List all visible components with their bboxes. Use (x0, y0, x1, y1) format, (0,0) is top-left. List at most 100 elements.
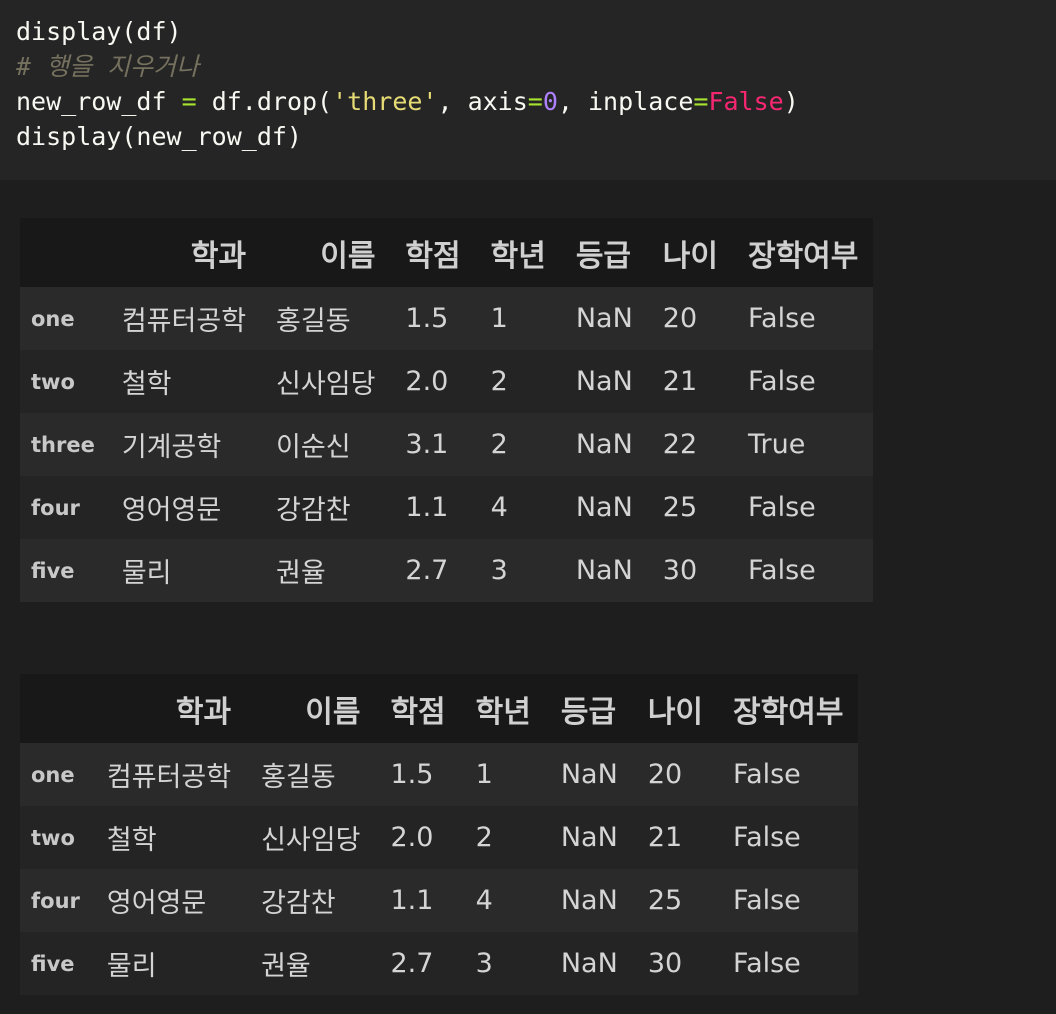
table-cell: 2 (490, 366, 508, 397)
table-cell: NaN (575, 366, 633, 397)
code-token: df.drop( (196, 87, 333, 116)
table-cell: 1.1 (390, 885, 434, 916)
table-cell: False (733, 822, 801, 853)
table-cell: NaN (560, 885, 618, 916)
table-cell: NaN (575, 492, 633, 523)
table-cell: 30 (647, 948, 683, 979)
table-cell: 22 (662, 429, 698, 460)
table-cell: 20 (647, 759, 683, 790)
table-cell: 3 (475, 948, 493, 979)
table-cell: 컴퓨터공학 (106, 762, 232, 793)
table-cell: 영어영문 (106, 888, 207, 919)
code-token: , inplace (557, 87, 694, 116)
table-row: three 기계공학 이순신 3.1 2 NaN 22 True (20, 413, 874, 476)
header-cell: 등급 (545, 674, 633, 743)
table-cell: NaN (560, 759, 618, 790)
dataframe-table-original: 학과 이름 학점 학년 등급 나이 장학여부 one 컴퓨터공학 홍길동 1.5 1 Na… (20, 218, 874, 602)
header-cell: 학점 (390, 218, 476, 287)
table-cell: 2 (475, 822, 493, 853)
table-cell: 2.7 (405, 555, 449, 586)
table-cell: NaN (575, 303, 633, 334)
table-cell: 철학 (106, 825, 157, 856)
header-cell: 등급 (560, 218, 648, 287)
table-cell: 25 (662, 492, 698, 523)
table-cell: 물리 (121, 558, 172, 589)
table-cell: 3 (490, 555, 508, 586)
table-row: one 컴퓨터공학 홍길동 1.5 1 NaN 20 False (20, 287, 874, 350)
table-cell: NaN (560, 948, 618, 979)
code-token: new_row_df (16, 87, 182, 116)
table-cell: NaN (575, 429, 633, 460)
table-cell: 물리 (106, 951, 157, 982)
header-cell: 학년 (460, 674, 546, 743)
table-cell: False (747, 303, 816, 334)
table-cell: 권율 (261, 951, 311, 982)
row-index-label: two (31, 825, 75, 850)
table-cell: 강감찬 (276, 495, 351, 526)
table-cell: 권율 (276, 558, 326, 589)
table-row: four 영어영문 강감찬 1.1 4 NaN 25 False (20, 476, 874, 539)
header-cell: 장학여부 (718, 674, 859, 743)
table-cell: False (747, 492, 816, 523)
table-cell: 25 (647, 885, 683, 916)
table-cell: 강감찬 (261, 888, 336, 919)
table-cell: True (747, 429, 806, 460)
table-cell: 21 (662, 366, 698, 397)
row-index-label: five (31, 558, 75, 583)
row-index-label: five (31, 951, 75, 976)
table-cell: 2 (490, 429, 508, 460)
table-cell: NaN (575, 555, 633, 586)
table-cell: 3.1 (405, 429, 449, 460)
row-index-label: two (31, 369, 75, 394)
table-cell: 20 (662, 303, 698, 334)
table-cell: 이순신 (276, 432, 351, 463)
header-cell-index (20, 218, 107, 287)
code-boolean: False (708, 87, 784, 116)
table-cell: 21 (647, 822, 683, 853)
dataframe-table-dropped: 학과 이름 학점 학년 등급 나이 장학여부 one 컴퓨터공학 홍길동 1.5 1 Na… (20, 674, 859, 995)
table-row: four 영어영문 강감찬 1.1 4 NaN 25 False (20, 869, 859, 932)
header-cell: 학점 (375, 674, 461, 743)
code-token: , axis (437, 87, 528, 116)
table-cell: 홍길동 (261, 762, 336, 793)
header-cell: 나이 (647, 218, 733, 287)
table-cell: 신사임당 (261, 825, 361, 856)
header-cell: 이름 (246, 674, 376, 743)
table-cell: 1.5 (405, 303, 449, 334)
table-cell: 2.0 (390, 822, 434, 853)
code-operator: = (181, 87, 197, 116)
header-cell: 학과 (91, 674, 247, 743)
table-cell: 2.0 (405, 366, 449, 397)
table-row: five 물리 권율 2.7 3 NaN 30 False (20, 932, 859, 995)
table-cell: 1 (490, 303, 508, 334)
table-cell: 1.5 (390, 759, 434, 790)
header-cell: 학과 (106, 218, 262, 287)
table-cell: False (747, 366, 816, 397)
header-cell: 장학여부 (732, 218, 874, 287)
table-header-row: 학과 이름 학점 학년 등급 나이 장학여부 (20, 218, 874, 287)
table-row: five 물리 권율 2.7 3 NaN 30 False (20, 539, 874, 602)
output-area: 학과 이름 학점 학년 등급 나이 장학여부 one 컴퓨터공학 홍길동 1.5 1 Na… (0, 180, 1056, 995)
code-line-4: display(new_row_df) (16, 122, 302, 151)
table-cell: False (733, 885, 801, 916)
code-operator: = (527, 87, 543, 116)
table-cell: 1.1 (405, 492, 449, 523)
table-cell: False (747, 555, 816, 586)
table-cell: 4 (490, 492, 508, 523)
code-number: 0 (542, 87, 558, 116)
header-cell: 나이 (632, 674, 719, 743)
code-comment: # 행을 지우거나 (16, 52, 200, 81)
table-row: two 철학 신사임당 2.0 2 NaN 21 False (20, 350, 874, 413)
table-cell: 컴퓨터공학 (121, 306, 247, 337)
header-cell: 학년 (475, 218, 561, 287)
header-cell: 이름 (261, 218, 391, 287)
table-cell: 기계공학 (121, 432, 222, 463)
table-cell: 30 (662, 555, 698, 586)
table-header-row: 학과 이름 학점 학년 등급 나이 장학여부 (20, 674, 859, 743)
code-cell[interactable]: display(df) # 행을 지우거나 new_row_df = df.dr… (0, 0, 1056, 180)
code-string: 'three' (332, 87, 438, 116)
row-index-label: three (31, 432, 95, 457)
table-cell: 2.7 (390, 948, 434, 979)
code-line-3: new_row_df = df.drop('three', axis=0, in… (16, 84, 1040, 119)
table-cell: False (733, 759, 801, 790)
